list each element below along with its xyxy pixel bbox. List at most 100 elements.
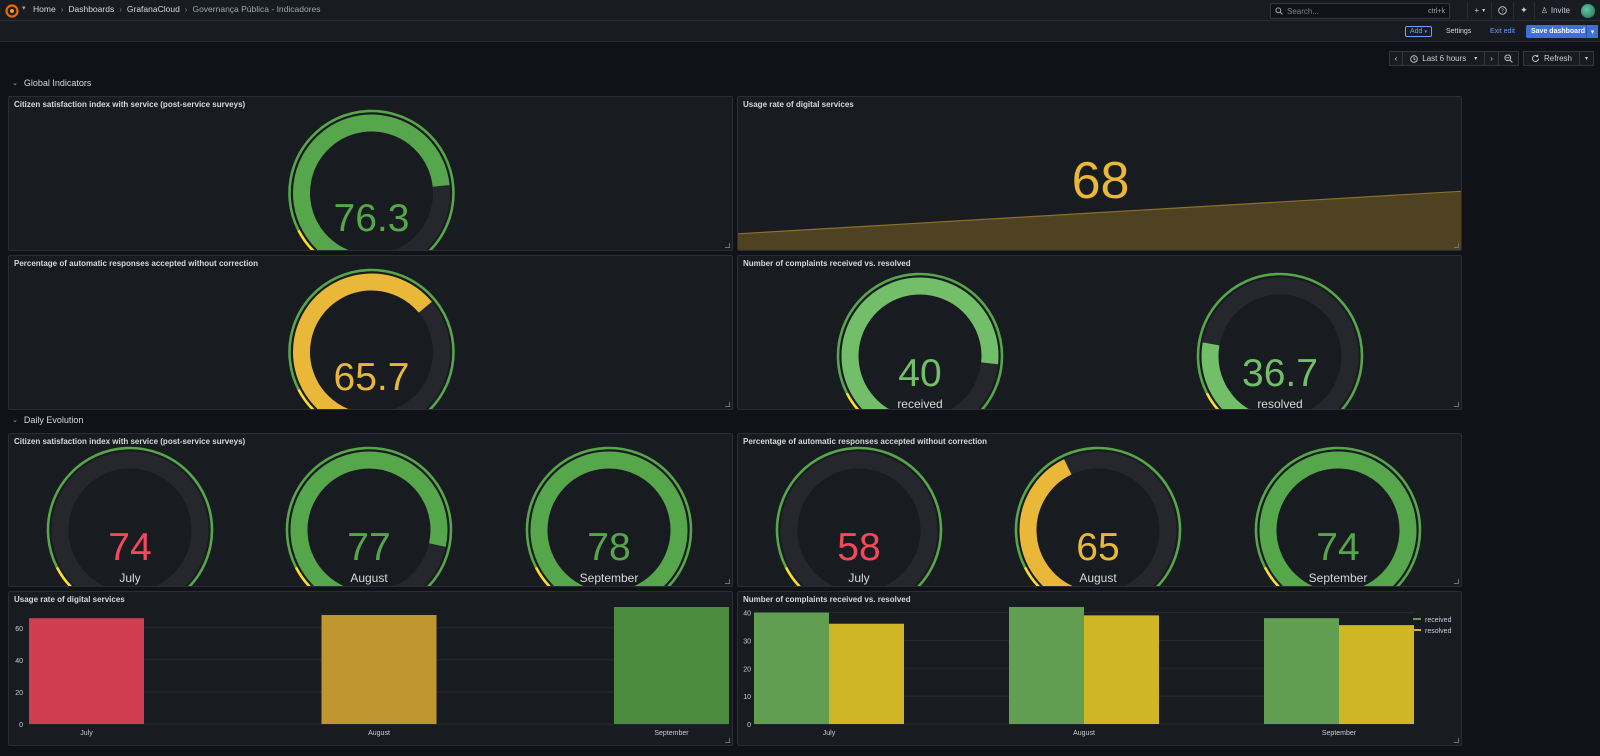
x-tick-label: August <box>368 730 390 737</box>
chevron-down-icon: ▾ <box>1584 56 1588 62</box>
breadcrumb: Home › Dashboards › GrafanaCloud › Gover… <box>33 4 321 14</box>
assistant-button[interactable]: ✦ <box>1513 2 1534 19</box>
legend-label: resolved <box>1425 628 1452 635</box>
row-title: Global Indicators <box>23 78 92 88</box>
gauge-value: 76.3 <box>334 197 410 240</box>
row-global-indicators[interactable]: ⌄ Global Indicators <box>12 78 91 88</box>
panel-global-usage[interactable]: Usage rate of digital services 68 <box>737 96 1462 251</box>
chevron-down-icon: ▾ <box>1474 56 1478 62</box>
refresh-icon <box>1532 54 1539 62</box>
avatar[interactable] <box>1581 3 1595 18</box>
legend-label: received <box>1425 617 1452 624</box>
gauge-chart: 74 July 77 August 78 September <box>46 446 693 586</box>
search-input[interactable]: Search... ctrl+k <box>1270 3 1450 19</box>
y-tick-label: 0 <box>747 722 751 729</box>
y-tick-label: 20 <box>15 690 23 697</box>
add-button[interactable]: Add ▾ <box>1405 26 1432 37</box>
gauge-value: 58 <box>837 526 880 569</box>
breadcrumb-dashboards[interactable]: Dashboards <box>68 4 114 14</box>
gauge-chart: 65.7 <box>288 268 455 409</box>
y-tick-label: 30 <box>743 638 751 645</box>
gauge-value: 78 <box>587 526 630 569</box>
bar-chart: 0 20 40 60 July August September <box>15 607 729 737</box>
gauge-value: 74 <box>108 526 151 569</box>
resize-handle[interactable] <box>725 243 730 248</box>
gauge-value-arc <box>1019 459 1073 586</box>
add-label: Add <box>1410 28 1423 35</box>
row-daily-evolution[interactable]: ⌄ Daily Evolution <box>12 415 83 425</box>
gauge-label: September <box>1309 571 1368 585</box>
edit-toolbar <box>0 21 1600 42</box>
bar-received <box>754 612 829 724</box>
clock-icon <box>1410 54 1418 63</box>
grouped-bar-chart: 0 10 20 30 40 July August September received reso… <box>743 607 1452 737</box>
chevron-down-icon: ▾ <box>1482 8 1486 14</box>
search-shortcut: ctrl+k <box>1428 7 1445 15</box>
settings-button[interactable]: Settings <box>1446 26 1471 37</box>
resize-handle[interactable] <box>1454 243 1459 248</box>
x-tick-label: September <box>654 730 689 737</box>
y-tick-label: 40 <box>743 611 751 618</box>
refresh-button[interactable]: Refresh <box>1522 51 1580 66</box>
gauge-label: received <box>897 397 942 410</box>
gauge-value: 65 <box>1076 526 1119 569</box>
breadcrumb-home[interactable]: Home <box>33 4 56 14</box>
bar <box>614 607 729 724</box>
chevron-down-icon: ⌄ <box>12 417 18 424</box>
bar-resolved <box>1339 625 1414 724</box>
x-tick-label: July <box>80 730 93 737</box>
new-menu-button[interactable]: + ▾ <box>1467 2 1491 19</box>
panel-global-satisfaction[interactable]: Citizen satisfaction index with service … <box>8 96 733 251</box>
time-forward-button[interactable]: › <box>1484 51 1499 66</box>
refresh-interval-button[interactable]: ▾ <box>1578 51 1594 66</box>
gauge-label: resolved <box>1257 397 1302 410</box>
refresh-label: Refresh <box>1543 54 1572 63</box>
help-button[interactable]: ? <box>1491 2 1513 19</box>
panel-daily-satisfaction[interactable]: Citizen satisfaction index with service … <box>8 433 733 587</box>
chevron-left-icon: ‹ <box>1394 54 1398 63</box>
panel-daily-auto-responses[interactable]: Percentage of automatic responses accept… <box>737 433 1462 587</box>
panel-daily-usage[interactable]: Usage rate of digital services 0 20 40 60 Ju… <box>8 591 733 746</box>
gauge-chart: 40 received 36.7 resolved <box>836 272 1364 410</box>
y-tick-label: 40 <box>15 658 23 665</box>
gauge-value: 74 <box>1316 526 1359 569</box>
chevron-down-icon: ⌄ <box>12 80 18 87</box>
resize-handle[interactable] <box>725 579 730 584</box>
gauge-value: 40 <box>898 352 941 395</box>
chevron-right-icon: › <box>1490 54 1493 63</box>
grafana-logo-icon[interactable] <box>5 3 21 19</box>
stat-value: 68 <box>1072 152 1130 210</box>
resize-handle[interactable] <box>1454 579 1459 584</box>
chevron-down-icon[interactable]: ▾ <box>22 4 26 12</box>
resize-handle[interactable] <box>1454 402 1459 407</box>
time-back-button[interactable]: ‹ <box>1388 51 1404 66</box>
help-icon: ? <box>1498 6 1507 15</box>
save-dashboard-button[interactable]: Save dashboard <box>1526 25 1591 38</box>
bar <box>29 618 144 724</box>
time-range-picker[interactable]: Last 6 hours ▾ <box>1402 51 1486 66</box>
exit-edit-button[interactable]: Exit edit <box>1490 26 1515 37</box>
panel-daily-complaints[interactable]: Number of complaints received vs. resolv… <box>737 591 1462 746</box>
zoom-out-button[interactable] <box>1497 51 1519 66</box>
invite-button[interactable]: ♙ Invite <box>1533 2 1576 19</box>
x-tick-label: August <box>1073 730 1095 737</box>
resize-handle[interactable] <box>1454 738 1459 743</box>
panel-global-auto-responses[interactable]: Percentage of automatic responses accept… <box>8 255 733 410</box>
time-controls: ‹ Last 6 hours ▾ › Refresh ▾ <box>1388 51 1594 66</box>
gauge-chart: 76.3 <box>288 109 455 250</box>
panel-global-complaints[interactable]: Number of complaints received vs. resolv… <box>737 255 1462 410</box>
resize-handle[interactable] <box>725 738 730 743</box>
x-tick-label: July <box>823 730 836 737</box>
y-tick-label: 0 <box>19 722 23 729</box>
save-options-chevron-down-icon[interactable]: ▾ <box>1586 25 1598 38</box>
x-tick-label: September <box>1322 730 1357 737</box>
gauge-label: August <box>350 571 388 585</box>
zoom-out-icon <box>1504 54 1513 63</box>
time-range-label: Last 6 hours <box>1422 54 1467 63</box>
breadcrumb-folder[interactable]: GrafanaCloud <box>127 4 180 14</box>
top-nav-bar: ▾ Home › Dashboards › GrafanaCloud › Gov… <box>0 0 1600 21</box>
invite-label: Invite <box>1550 6 1570 15</box>
bar-resolved <box>1084 615 1159 724</box>
gauge-value: 65.7 <box>334 356 410 399</box>
resize-handle[interactable] <box>725 402 730 407</box>
